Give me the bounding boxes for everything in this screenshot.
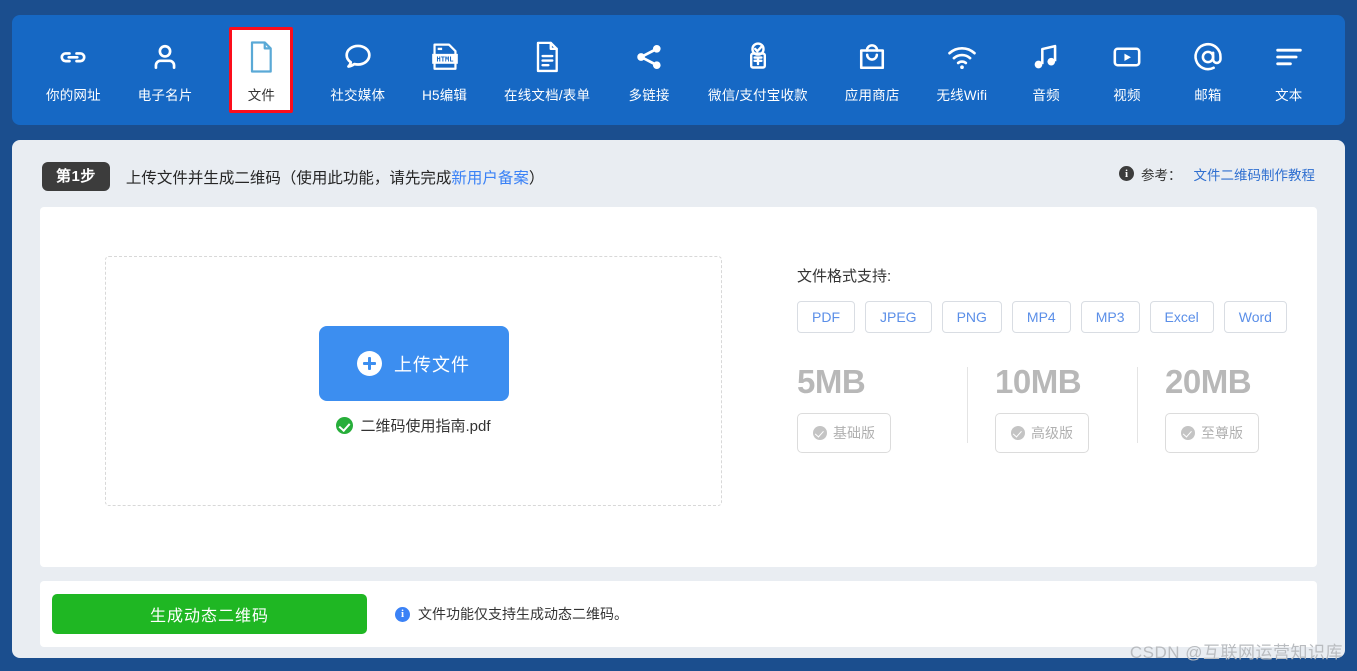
nav-item-text[interactable]: 文本 xyxy=(1263,32,1315,108)
document-icon xyxy=(244,38,278,76)
tier-size-label: 10MB xyxy=(995,363,1082,400)
format-chip-jpeg[interactable]: JPEG xyxy=(865,301,932,333)
format-chip-png[interactable]: PNG xyxy=(941,301,1002,333)
tier-plan-label: 基础版 xyxy=(833,424,875,441)
step-title: 上传文件并生成二维码（使用此功能，请先完成新用户备案） xyxy=(126,166,545,188)
format-chip-word[interactable]: Word xyxy=(1223,301,1287,333)
nav-item-label: 音频 xyxy=(1032,88,1060,103)
nav-item-multi-link[interactable]: 多链接 xyxy=(623,32,675,108)
upload-button-label: 上传文件 xyxy=(394,354,470,375)
check-icon xyxy=(813,425,827,440)
tier-plan-button-advanced[interactable]: 高级版 xyxy=(995,412,1089,453)
person-icon xyxy=(148,38,182,76)
nav-item-your-url[interactable]: 你的网址 xyxy=(42,32,105,108)
nav-item-social-media[interactable]: 社交媒体 xyxy=(326,32,389,108)
app-root: 你的网址 电子名片 文件 社交媒体 HTML H5编辑 在线文档/表单 多链接 … xyxy=(0,0,1357,671)
tier-size-label: 5MB xyxy=(797,363,866,400)
nav-item-label: 在线文档/表单 xyxy=(504,88,591,103)
generate-dynamic-qr-button[interactable]: 生成动态二维码 xyxy=(52,594,367,634)
format-chip-mp3[interactable]: MP3 xyxy=(1080,301,1140,333)
nav-item-label: 文件 xyxy=(247,88,276,103)
uploaded-file-row: 二维码使用指南.pdf xyxy=(336,415,491,436)
plus-icon xyxy=(357,351,382,376)
nav-item-label: 微信/支付宝收款 xyxy=(708,88,808,103)
tier-plan-button-supreme[interactable]: 至尊版 xyxy=(1165,412,1259,453)
nav-item-wifi[interactable]: 无线Wifi xyxy=(932,32,991,108)
info-icon: i xyxy=(395,606,410,622)
nav-item-app-store[interactable]: 应用商店 xyxy=(841,32,904,108)
nav-item-label: 文本 xyxy=(1275,88,1303,103)
success-check-icon xyxy=(336,417,354,434)
tier-basic: 5MB 基础版 xyxy=(797,363,967,453)
nav-item-audio[interactable]: 音频 xyxy=(1020,32,1072,108)
tier-size-label: 20MB xyxy=(1165,363,1252,400)
step-title-text: 上传文件并生成二维码（使用此功能，请先完成 xyxy=(125,169,452,187)
tier-advanced: 10MB 高级版 xyxy=(967,363,1137,453)
nav-item-email[interactable]: 邮箱 xyxy=(1182,32,1234,108)
new-user-filing-link[interactable]: 新用户备案 xyxy=(451,170,529,187)
watermark: CSDN @互联网运营知识库 xyxy=(1129,643,1343,662)
top-navigation-bar: 你的网址 电子名片 文件 社交媒体 HTML H5编辑 在线文档/表单 多链接 … xyxy=(12,15,1345,125)
check-icon xyxy=(1011,425,1025,440)
nav-item-business-card[interactable]: 电子名片 xyxy=(134,32,197,108)
footer-note-text: 文件功能仅支持生成动态二维码。 xyxy=(418,606,628,622)
video-play-icon xyxy=(1110,38,1144,76)
format-chip-mp4[interactable]: MP4 xyxy=(1011,301,1071,333)
tier-plan-button-basic[interactable]: 基础版 xyxy=(797,412,891,453)
reference-area: i 参考： 文件二维码制作教程 xyxy=(1119,164,1315,184)
shopping-bag-icon xyxy=(855,38,889,76)
size-tier-row: 5MB 基础版 10MB 高级版 20MB 至尊版 xyxy=(797,363,1297,453)
tier-plan-label: 高级版 xyxy=(1031,424,1073,441)
text-lines-icon xyxy=(1272,38,1306,76)
nav-item-label: 电子名片 xyxy=(137,88,193,103)
svg-text:HTML: HTML xyxy=(436,55,453,64)
nav-item-label: 无线Wifi xyxy=(936,88,988,103)
reference-label: 参考： xyxy=(1141,167,1182,183)
chat-bubble-icon xyxy=(341,38,375,76)
check-icon xyxy=(1181,425,1195,440)
nav-item-label: H5编辑 xyxy=(422,88,468,103)
nav-item-label: 邮箱 xyxy=(1194,88,1222,103)
text-document-icon xyxy=(530,38,564,76)
link-icon xyxy=(56,38,90,76)
info-icon: i xyxy=(1119,166,1134,181)
share-nodes-icon xyxy=(632,38,666,76)
nav-item-label: 社交媒体 xyxy=(330,88,386,103)
nav-item-label: 视频 xyxy=(1113,88,1141,103)
upload-card: 上传文件 二维码使用指南.pdf 文件格式支持: PDF JPEG PNG MP… xyxy=(40,207,1317,567)
nav-item-label: 你的网址 xyxy=(46,88,101,103)
nav-item-label: 应用商店 xyxy=(844,88,900,103)
nav-item-h5-editor[interactable]: HTML H5编辑 xyxy=(418,32,471,108)
wifi-icon xyxy=(945,38,979,76)
tier-supreme: 20MB 至尊版 xyxy=(1137,363,1307,453)
step-badge: 第1步 xyxy=(42,162,110,191)
payment-check-icon xyxy=(741,38,775,76)
nav-item-payment[interactable]: 微信/支付宝收款 xyxy=(704,32,812,108)
nav-item-label: 多链接 xyxy=(628,88,670,103)
formats-title: 文件格式支持: xyxy=(797,268,892,285)
step-title-suffix: ） xyxy=(528,169,545,187)
format-chip-excel[interactable]: Excel xyxy=(1149,301,1214,333)
footer-note: i 文件功能仅支持生成动态二维码。 xyxy=(395,604,628,624)
supported-formats-section: 文件格式支持: PDF JPEG PNG MP4 MP3 Excel Word … xyxy=(797,265,1297,453)
action-bar: 生成动态二维码 i 文件功能仅支持生成动态二维码。 xyxy=(40,581,1317,647)
format-chip-row: PDF JPEG PNG MP4 MP3 Excel Word xyxy=(797,301,1297,333)
nav-item-video[interactable]: 视频 xyxy=(1101,32,1153,108)
step-header: 第1步 上传文件并生成二维码（使用此功能，请先完成新用户备案） i 参考： 文件… xyxy=(12,140,1345,207)
upload-file-button[interactable]: 上传文件 xyxy=(318,326,509,401)
music-note-icon xyxy=(1029,38,1063,76)
nav-item-file[interactable]: 文件 xyxy=(229,27,294,113)
main-panel: 第1步 上传文件并生成二维码（使用此功能，请先完成新用户备案） i 参考： 文件… xyxy=(12,140,1345,658)
format-chip-pdf[interactable]: PDF xyxy=(797,301,855,333)
tier-plan-label: 至尊版 xyxy=(1201,424,1243,441)
nav-item-online-document[interactable]: 在线文档/表单 xyxy=(500,32,594,108)
at-sign-icon xyxy=(1191,38,1225,76)
html-file-icon: HTML xyxy=(428,38,462,76)
file-dropzone[interactable]: 上传文件 二维码使用指南.pdf xyxy=(105,256,722,506)
uploaded-file-name: 二维码使用指南.pdf xyxy=(360,418,491,435)
tutorial-link[interactable]: 文件二维码制作教程 xyxy=(1194,164,1316,184)
